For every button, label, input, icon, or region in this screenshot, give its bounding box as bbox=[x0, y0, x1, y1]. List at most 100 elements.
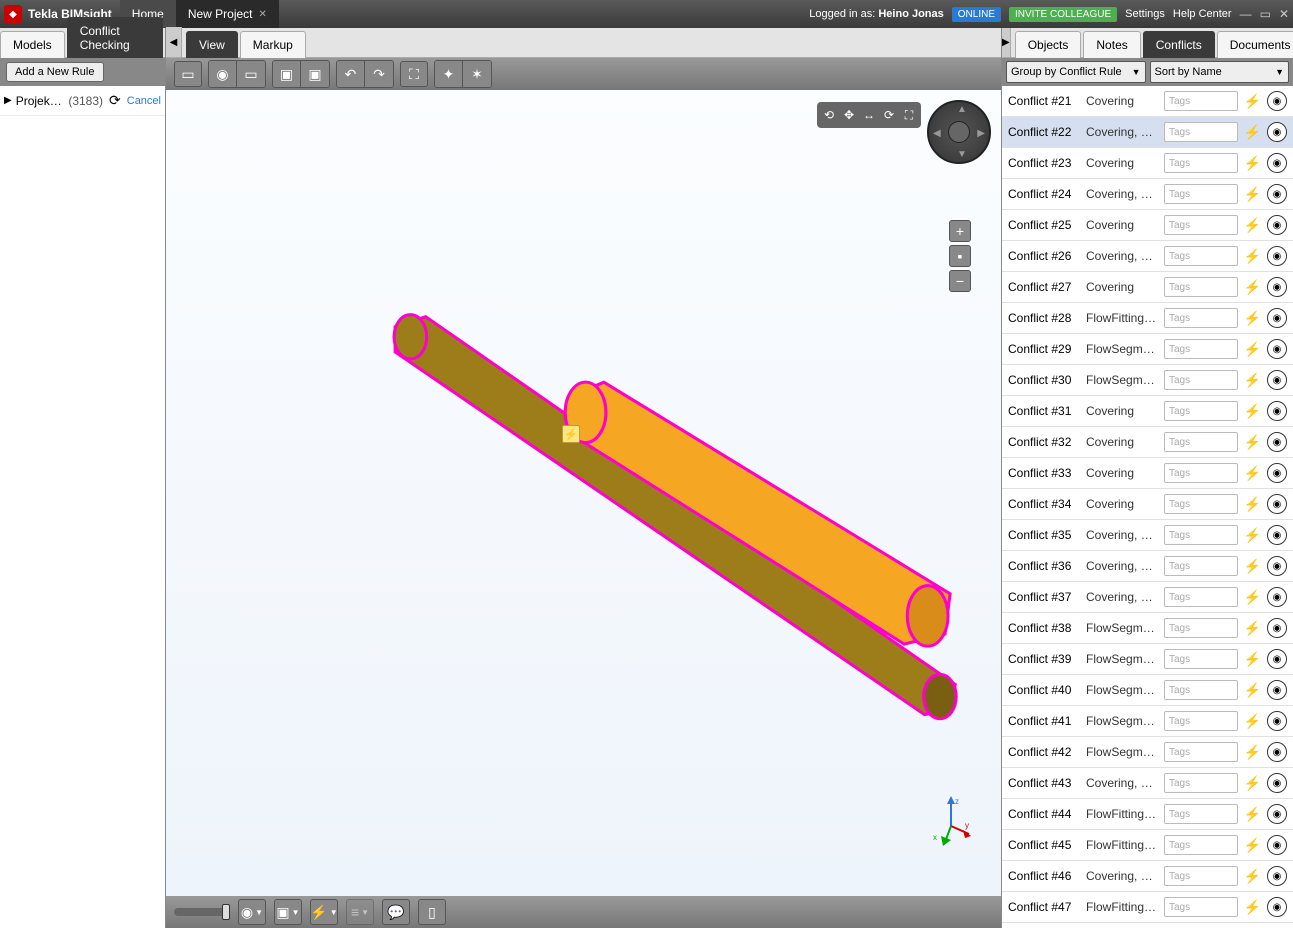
bolt-filter-button[interactable]: ⚡▼ bbox=[310, 899, 338, 925]
orbit-center-icon[interactable] bbox=[948, 121, 970, 143]
orbit-right-icon[interactable]: ▶ bbox=[977, 128, 985, 139]
bolt-icon[interactable]: ⚡ bbox=[1244, 589, 1261, 606]
nav-rotate-icon[interactable]: ⟲ bbox=[819, 104, 839, 126]
conflict-row[interactable]: Conflict #39FlowSegmentTags⚡◉ bbox=[1002, 644, 1293, 675]
visibility-toggle-icon[interactable]: ◉ bbox=[1267, 587, 1287, 607]
view-zoom-extents-icon[interactable]: ▣ bbox=[273, 61, 301, 87]
bolt-icon[interactable]: ⚡ bbox=[1244, 899, 1261, 916]
snap-icon[interactable]: ✶ bbox=[463, 61, 491, 87]
tags-input[interactable]: Tags bbox=[1164, 463, 1238, 483]
conflict-row[interactable]: Conflict #46Covering, FlowSeg...Tags⚡◉ bbox=[1002, 861, 1293, 892]
bolt-icon[interactable]: ⚡ bbox=[1244, 403, 1261, 420]
visibility-toggle-icon[interactable]: ◉ bbox=[1267, 153, 1287, 173]
tags-input[interactable]: Tags bbox=[1164, 153, 1238, 173]
transparency-slider[interactable] bbox=[174, 908, 230, 916]
bolt-icon[interactable]: ⚡ bbox=[1244, 465, 1261, 482]
tab-project[interactable]: New Project ✕ bbox=[176, 0, 279, 28]
conflict-row[interactable]: Conflict #31CoveringTags⚡◉ bbox=[1002, 396, 1293, 427]
tab-objects[interactable]: Objects bbox=[1015, 31, 1082, 58]
visibility-button[interactable]: ◉▼ bbox=[238, 899, 266, 925]
project-row[interactable]: ▶ Projekt XXXX (3183) ⟳ Cancel bbox=[0, 86, 165, 116]
visibility-toggle-icon[interactable]: ◉ bbox=[1267, 804, 1287, 824]
conflict-row[interactable]: Conflict #30FlowSegmentTags⚡◉ bbox=[1002, 365, 1293, 396]
bolt-icon[interactable]: ⚡ bbox=[1244, 124, 1261, 141]
conflict-row[interactable]: Conflict #45FlowFitting, FlowS...Tags⚡◉ bbox=[1002, 830, 1293, 861]
comment-button[interactable]: 💬 bbox=[382, 899, 410, 925]
bolt-icon[interactable]: ⚡ bbox=[1244, 806, 1261, 823]
visibility-toggle-icon[interactable]: ◉ bbox=[1267, 866, 1287, 886]
orbit-controller[interactable]: ▲ ▼ ◀ ▶ bbox=[927, 100, 991, 164]
tags-input[interactable]: Tags bbox=[1164, 680, 1238, 700]
tags-input[interactable]: Tags bbox=[1164, 370, 1238, 390]
window-close-icon[interactable]: ✕ bbox=[1279, 7, 1289, 21]
visibility-toggle-icon[interactable]: ◉ bbox=[1267, 339, 1287, 359]
conflict-row[interactable]: Conflict #32CoveringTags⚡◉ bbox=[1002, 427, 1293, 458]
expand-icon[interactable]: ▶ bbox=[4, 95, 12, 106]
bolt-icon[interactable]: ⚡ bbox=[1244, 217, 1261, 234]
select-rect-icon[interactable]: ▭ bbox=[174, 61, 202, 87]
bolt-icon[interactable]: ⚡ bbox=[1244, 155, 1261, 172]
bolt-icon[interactable]: ⚡ bbox=[1244, 868, 1261, 885]
settings-link[interactable]: Settings bbox=[1125, 8, 1165, 20]
minimize-icon[interactable]: ― bbox=[1240, 7, 1252, 21]
tags-input[interactable]: Tags bbox=[1164, 91, 1238, 111]
measure-icon[interactable]: ✦ bbox=[435, 61, 463, 87]
undo-icon[interactable]: ↶ bbox=[337, 61, 365, 87]
nav-fullscreen-icon[interactable]: ⛶ bbox=[899, 104, 919, 126]
view-zoom-icon[interactable]: ▣ bbox=[301, 61, 329, 87]
nav-look-icon[interactable]: ↔ bbox=[859, 104, 879, 126]
collapse-left-icon[interactable]: ◀ bbox=[166, 27, 182, 57]
tags-input[interactable]: Tags bbox=[1164, 587, 1238, 607]
bolt-icon[interactable]: ⚡ bbox=[1244, 93, 1261, 110]
tab-view[interactable]: View bbox=[186, 31, 238, 58]
visibility-toggle-icon[interactable]: ◉ bbox=[1267, 897, 1287, 917]
tags-input[interactable]: Tags bbox=[1164, 122, 1238, 142]
tags-input[interactable]: Tags bbox=[1164, 494, 1238, 514]
invite-colleague-button[interactable]: INVITE COLLEAGUE bbox=[1009, 7, 1117, 22]
tab-conflict-checking[interactable]: Conflict Checking bbox=[67, 17, 163, 58]
view-pan-icon[interactable]: ▭ bbox=[237, 61, 265, 87]
layers-button[interactable]: ≡▼ bbox=[346, 899, 374, 925]
tags-input[interactable]: Tags bbox=[1164, 215, 1238, 235]
visibility-toggle-icon[interactable]: ◉ bbox=[1267, 525, 1287, 545]
bolt-icon[interactable]: ⚡ bbox=[1244, 341, 1261, 358]
sort-by-select[interactable]: Sort by Name ▼ bbox=[1150, 61, 1290, 83]
visibility-toggle-icon[interactable]: ◉ bbox=[1267, 556, 1287, 576]
tags-input[interactable]: Tags bbox=[1164, 277, 1238, 297]
conflict-row[interactable]: Conflict #25CoveringTags⚡◉ bbox=[1002, 210, 1293, 241]
bolt-icon[interactable]: ⚡ bbox=[1244, 527, 1261, 544]
bolt-icon[interactable]: ⚡ bbox=[1244, 310, 1261, 327]
viewport-3d[interactable]: ⚡ ⟲ ✥ ↔ ⟳ ⛶ ▲ ▼ ◀ ▶ + ▪ − bbox=[166, 90, 1001, 896]
visibility-toggle-icon[interactable]: ◉ bbox=[1267, 680, 1287, 700]
bolt-icon[interactable]: ⚡ bbox=[1244, 744, 1261, 761]
fit-view-icon[interactable]: ⛶ bbox=[400, 61, 428, 87]
nav-move-icon[interactable]: ✥ bbox=[839, 104, 859, 126]
conflict-row[interactable]: Conflict #36Covering, FlowSeg...Tags⚡◉ bbox=[1002, 551, 1293, 582]
conflict-row[interactable]: Conflict #41FlowSegmentTags⚡◉ bbox=[1002, 706, 1293, 737]
tags-input[interactable]: Tags bbox=[1164, 246, 1238, 266]
bolt-icon[interactable]: ⚡ bbox=[1244, 496, 1261, 513]
tags-input[interactable]: Tags bbox=[1164, 866, 1238, 886]
tags-input[interactable]: Tags bbox=[1164, 742, 1238, 762]
conflict-row[interactable]: Conflict #22Covering, FlowSeg...Tags⚡◉ bbox=[1002, 117, 1293, 148]
tags-input[interactable]: Tags bbox=[1164, 401, 1238, 421]
zoom-out-icon[interactable]: − bbox=[949, 270, 971, 292]
bolt-icon[interactable]: ⚡ bbox=[1244, 651, 1261, 668]
redo-icon[interactable]: ↷ bbox=[365, 61, 393, 87]
visibility-toggle-icon[interactable]: ◉ bbox=[1267, 494, 1287, 514]
conflict-row[interactable]: Conflict #38FlowSegmentTags⚡◉ bbox=[1002, 613, 1293, 644]
tags-input[interactable]: Tags bbox=[1164, 711, 1238, 731]
bolt-icon[interactable]: ⚡ bbox=[1244, 558, 1261, 575]
zoom-mid-icon[interactable]: ▪ bbox=[949, 245, 971, 267]
orbit-left-icon[interactable]: ◀ bbox=[933, 128, 941, 139]
visibility-toggle-icon[interactable]: ◉ bbox=[1267, 463, 1287, 483]
conflict-row[interactable]: Conflict #44FlowFitting, FlowS...Tags⚡◉ bbox=[1002, 799, 1293, 830]
view-orbit-icon[interactable]: ◉ bbox=[209, 61, 237, 87]
conflict-row[interactable]: Conflict #27CoveringTags⚡◉ bbox=[1002, 272, 1293, 303]
tags-input[interactable]: Tags bbox=[1164, 525, 1238, 545]
bolt-icon[interactable]: ⚡ bbox=[1244, 713, 1261, 730]
tags-input[interactable]: Tags bbox=[1164, 432, 1238, 452]
conflict-row[interactable]: Conflict #35Covering, FlowSeg...Tags⚡◉ bbox=[1002, 520, 1293, 551]
conflict-row[interactable]: Conflict #37Covering, FlowSeg...Tags⚡◉ bbox=[1002, 582, 1293, 613]
tags-input[interactable]: Tags bbox=[1164, 184, 1238, 204]
